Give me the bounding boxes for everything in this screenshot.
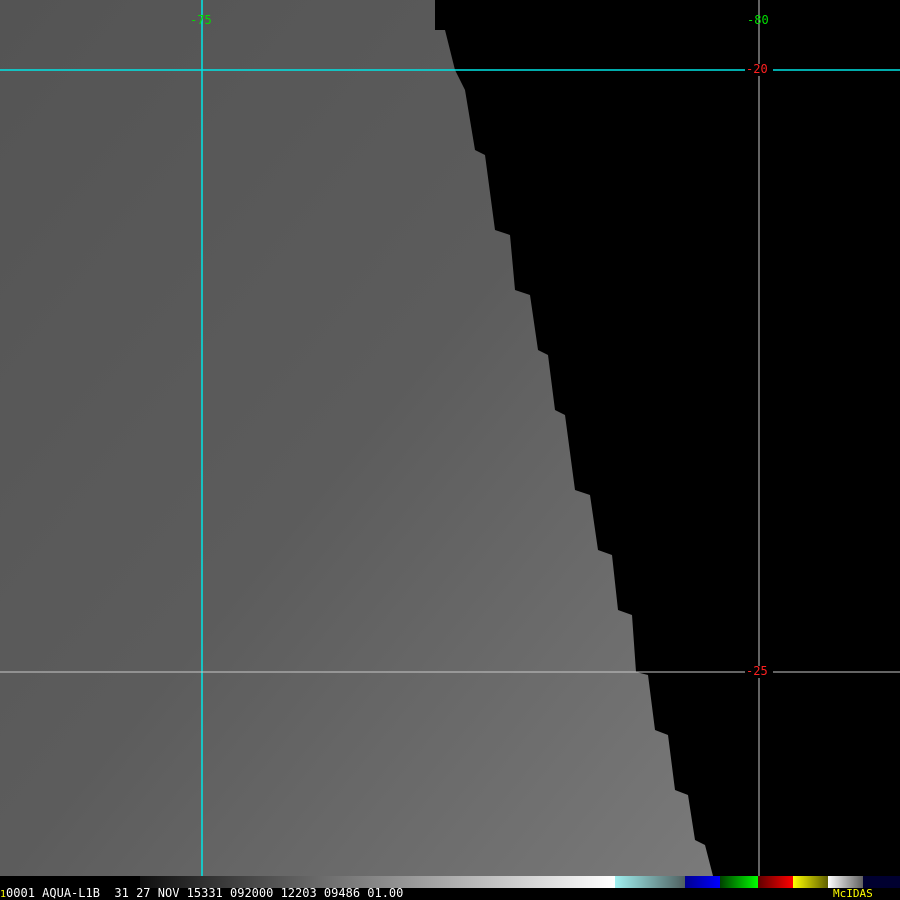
image-info: 0001 AQUA-L1B 31 27 NOV 15331 092000 122… — [6, 886, 404, 900]
mcidas-brand: McIDAS — [833, 887, 873, 900]
lat-label-20: -20 — [746, 62, 768, 76]
lon-label-80: -80 — [747, 13, 769, 27]
lon-label-75: -75 — [190, 13, 212, 27]
satellite-image-frame: -75 -80 -20 -25 10001 AQUA-L1B 31 27 NOV… — [0, 0, 900, 900]
status-bar: 10001 AQUA-L1B 31 27 NOV 15331 092000 12… — [0, 887, 900, 900]
swath-data — [0, 0, 713, 876]
lat-label-25: -25 — [746, 664, 768, 678]
satellite-image[interactable] — [0, 0, 900, 876]
